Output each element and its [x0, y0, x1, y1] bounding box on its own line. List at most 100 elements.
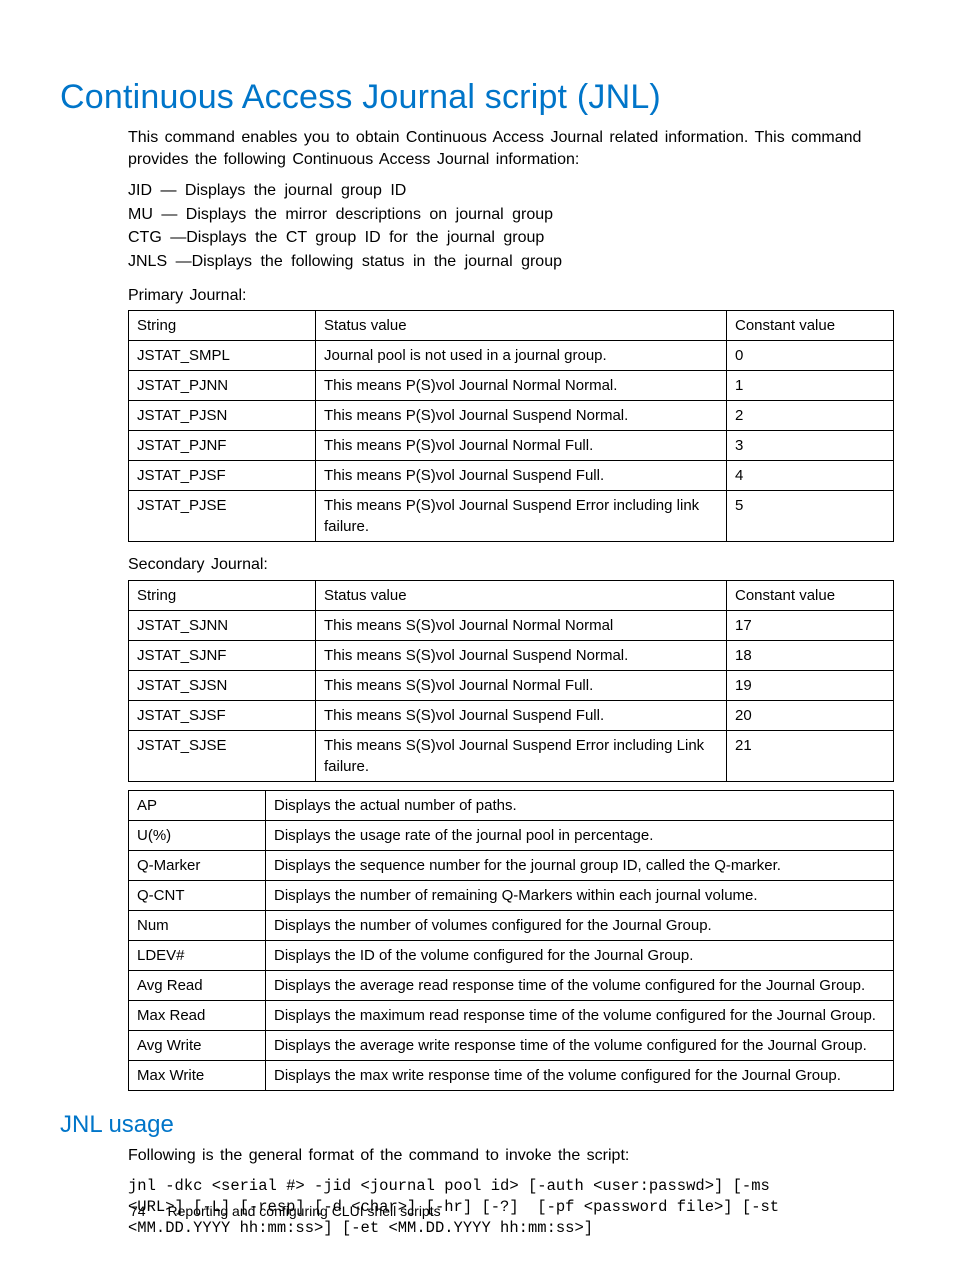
table-header-cell: Constant value	[727, 311, 894, 341]
usage-intro: Following is the general format of the c…	[128, 1145, 894, 1167]
table-cell: Displays the number of remaining Q-Marke…	[266, 880, 894, 910]
field-description-table: APDisplays the actual number of paths.U(…	[128, 790, 894, 1091]
table-row: NumDisplays the number of volumes config…	[129, 910, 894, 940]
page-number: 74	[130, 1203, 146, 1219]
table-header-cell: String	[129, 311, 316, 341]
page: Continuous Access Journal script (JNL) T…	[0, 0, 954, 1279]
definition-line: MU — Displays the mirror descriptions on…	[128, 204, 894, 226]
table-cell: 19	[727, 670, 894, 700]
table-row: JSTAT_SJSFThis means S(S)vol Journal Sus…	[129, 700, 894, 730]
usage-body: Following is the general format of the c…	[128, 1145, 894, 1239]
table-row: JSTAT_PJNFThis means P(S)vol Journal Nor…	[129, 431, 894, 461]
table-cell: 18	[727, 640, 894, 670]
table-cell: This means S(S)vol Journal Normal Full.	[316, 670, 727, 700]
table-cell: Avg Read	[129, 970, 266, 1000]
table-cell: JSTAT_SJSN	[129, 670, 316, 700]
table-row: Avg ReadDisplays the average read respon…	[129, 970, 894, 1000]
table-cell: 4	[727, 461, 894, 491]
table-row: JSTAT_PJSNThis means P(S)vol Journal Sus…	[129, 401, 894, 431]
table-header-cell: Status value	[316, 580, 727, 610]
primary-journal-table: String Status value Constant value JSTAT…	[128, 310, 894, 542]
table-cell: Displays the average read response time …	[266, 970, 894, 1000]
intro-paragraph: This command enables you to obtain Conti…	[128, 127, 894, 170]
table-row: JSTAT_PJSFThis means P(S)vol Journal Sus…	[129, 461, 894, 491]
table-cell: Displays the maximum read response time …	[266, 1000, 894, 1030]
table-cell: This means P(S)vol Journal Normal Full.	[316, 431, 727, 461]
table-row: JSTAT_SJSNThis means S(S)vol Journal Nor…	[129, 670, 894, 700]
primary-journal-label: Primary Journal:	[128, 285, 894, 307]
table-cell: Displays the usage rate of the journal p…	[266, 820, 894, 850]
table-cell: This means P(S)vol Journal Suspend Error…	[316, 491, 727, 542]
table-cell: This means S(S)vol Journal Suspend Full.	[316, 700, 727, 730]
table-cell: Displays the max write response time of …	[266, 1060, 894, 1090]
page-title: Continuous Access Journal script (JNL)	[60, 78, 894, 117]
table-cell: 5	[727, 491, 894, 542]
table-cell: Max Read	[129, 1000, 266, 1030]
table-header-cell: Status value	[316, 311, 727, 341]
secondary-journal-table: String Status value Constant value JSTAT…	[128, 580, 894, 782]
table-cell: U(%)	[129, 820, 266, 850]
table-row: Max ReadDisplays the maximum read respon…	[129, 1000, 894, 1030]
table-cell: JSTAT_PJSE	[129, 491, 316, 542]
table-row: LDEV#Displays the ID of the volume confi…	[129, 940, 894, 970]
table-cell: 17	[727, 610, 894, 640]
table-cell: This means S(S)vol Journal Suspend Norma…	[316, 640, 727, 670]
table-row: JSTAT_SJNNThis means S(S)vol Journal Nor…	[129, 610, 894, 640]
table-row: Q-MarkerDisplays the sequence number for…	[129, 850, 894, 880]
table-cell: 21	[727, 730, 894, 781]
table-row: JSTAT_PJNNThis means P(S)vol Journal Nor…	[129, 371, 894, 401]
table-header-row: String Status value Constant value	[129, 311, 894, 341]
table-cell: Q-Marker	[129, 850, 266, 880]
table-cell: Max Write	[129, 1060, 266, 1090]
body: This command enables you to obtain Conti…	[128, 127, 894, 1091]
secondary-journal-label: Secondary Journal:	[128, 554, 894, 576]
table-cell: This means P(S)vol Journal Normal Normal…	[316, 371, 727, 401]
table-cell: JSTAT_SMPL	[129, 341, 316, 371]
table-cell: 1	[727, 371, 894, 401]
table-row: Q-CNTDisplays the number of remaining Q-…	[129, 880, 894, 910]
table-cell: JSTAT_PJSF	[129, 461, 316, 491]
table-row: Avg WriteDisplays the average write resp…	[129, 1030, 894, 1060]
table-cell: JSTAT_PJNN	[129, 371, 316, 401]
table-row: JSTAT_PJSEThis means P(S)vol Journal Sus…	[129, 491, 894, 542]
table-cell: Displays the sequence number for the jou…	[266, 850, 894, 880]
table-row: JSTAT_SMPLJournal pool is not used in a …	[129, 341, 894, 371]
table-cell: JSTAT_SJNF	[129, 640, 316, 670]
table-cell: This means P(S)vol Journal Suspend Norma…	[316, 401, 727, 431]
table-cell: Displays the number of volumes configure…	[266, 910, 894, 940]
table-row: APDisplays the actual number of paths.	[129, 790, 894, 820]
table-cell: Avg Write	[129, 1030, 266, 1060]
table-cell: 2	[727, 401, 894, 431]
table-header-cell: Constant value	[727, 580, 894, 610]
table-cell: This means P(S)vol Journal Suspend Full.	[316, 461, 727, 491]
table-cell: Q-CNT	[129, 880, 266, 910]
table-cell: This means S(S)vol Journal Suspend Error…	[316, 730, 727, 781]
table-cell: Num	[129, 910, 266, 940]
usage-heading: JNL usage	[60, 1111, 894, 1139]
definition-line: CTG —Displays the CT group ID for the jo…	[128, 227, 894, 249]
table-cell: JSTAT_SJSF	[129, 700, 316, 730]
table-row: JSTAT_SJSEThis means S(S)vol Journal Sus…	[129, 730, 894, 781]
footer-section: Reporting and configuring CLUI shell scr…	[167, 1203, 440, 1219]
table-cell: Displays the actual number of paths.	[266, 790, 894, 820]
table-cell: Journal pool is not used in a journal gr…	[316, 341, 727, 371]
table-cell: Displays the average write response time…	[266, 1030, 894, 1060]
table-cell: 3	[727, 431, 894, 461]
table-row: U(%)Displays the usage rate of the journ…	[129, 820, 894, 850]
definition-line: JID — Displays the journal group ID	[128, 180, 894, 202]
table-cell: JSTAT_PJNF	[129, 431, 316, 461]
table-cell: 20	[727, 700, 894, 730]
table-cell: JSTAT_SJSE	[129, 730, 316, 781]
table-cell: LDEV#	[129, 940, 266, 970]
page-footer: 74 Reporting and configuring CLUI shell …	[130, 1203, 441, 1219]
table-row: Max WriteDisplays the max write response…	[129, 1060, 894, 1090]
table-cell: JSTAT_SJNN	[129, 610, 316, 640]
table-cell: AP	[129, 790, 266, 820]
table-header-cell: String	[129, 580, 316, 610]
definition-line: JNLS —Displays the following status in t…	[128, 251, 894, 273]
table-cell: JSTAT_PJSN	[129, 401, 316, 431]
table-cell: This means S(S)vol Journal Normal Normal	[316, 610, 727, 640]
table-header-row: String Status value Constant value	[129, 580, 894, 610]
table-row: JSTAT_SJNFThis means S(S)vol Journal Sus…	[129, 640, 894, 670]
table-cell: 0	[727, 341, 894, 371]
